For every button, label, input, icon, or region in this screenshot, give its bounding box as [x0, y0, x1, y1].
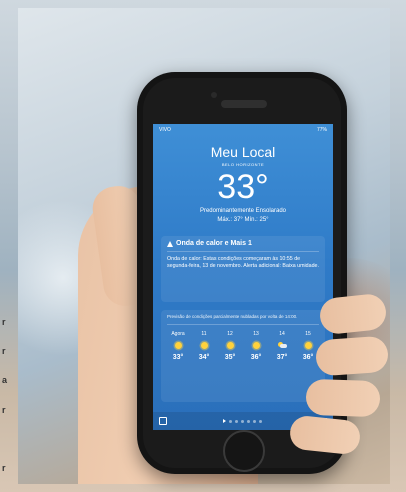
- partly-cloudy-icon: [277, 342, 287, 349]
- hour-label: Agora: [171, 331, 185, 337]
- location-subtitle: BELO HORIZONTE: [221, 162, 265, 167]
- weather-screen: VIVO 77% Meu Local BELO HORIZONTE 33° Pr…: [153, 124, 333, 430]
- hour-item: Agora 33°: [167, 331, 189, 361]
- forecast-note: Previsão de condições parcialmente nubla…: [167, 314, 298, 319]
- page-dot: [253, 419, 256, 423]
- battery-label: 77%: [316, 127, 327, 133]
- hour-item: 14 37°: [271, 331, 293, 361]
- hour-temp: 36°: [302, 354, 314, 361]
- finger: [314, 335, 390, 377]
- page-indicator[interactable]: [223, 419, 262, 423]
- home-button[interactable]: [223, 430, 265, 472]
- camera-icon: [211, 92, 217, 98]
- left-edge-char-5: r: [2, 463, 6, 473]
- hour-temp: 36°: [250, 354, 262, 361]
- sun-icon: [252, 342, 260, 349]
- alert-title: Onda de calor e Mais 1: [176, 240, 252, 247]
- hour-item: 13 36°: [245, 331, 267, 361]
- hour-label: 15: [305, 331, 311, 337]
- high-low-text: Máx.: 37° Mín.: 25°: [217, 217, 269, 223]
- page-dot: [241, 419, 244, 423]
- hourly-forecast-list: Agora 33° 11 34° 12 35° 13 36° 14 37° 15…: [167, 331, 319, 361]
- warning-icon: [167, 240, 173, 247]
- condition-text: Predominantemente Ensolarado: [199, 208, 287, 214]
- finger: [305, 378, 381, 418]
- hour-label: 11: [201, 331, 207, 337]
- left-edge-char-2: r: [2, 346, 6, 356]
- left-edge-char-4: r: [2, 405, 6, 415]
- hour-temp: 34°: [198, 354, 210, 361]
- divider: [167, 324, 319, 325]
- sun-icon: [304, 342, 312, 349]
- hour-label: 12: [227, 331, 233, 337]
- hour-temp: 33°: [172, 354, 184, 361]
- current-temperature: 33°: [217, 168, 269, 206]
- alert-body: Onda de calor: Estas condições começaram…: [167, 256, 319, 269]
- page-dot: [235, 419, 238, 423]
- hour-label: 13: [253, 331, 259, 337]
- sun-icon: [200, 342, 208, 349]
- hour-temp: 35°: [224, 354, 236, 361]
- page-dot: [229, 419, 232, 423]
- page-dot: [247, 419, 250, 423]
- left-edge-char-3: a: [2, 375, 8, 385]
- left-edge-char-1: r: [2, 317, 6, 327]
- carrier-label: VIVO: [159, 127, 171, 133]
- alert-header: Onda de calor e Mais 1: [167, 240, 319, 247]
- location-title: Meu Local: [210, 144, 276, 160]
- location-arrow-icon: [223, 419, 226, 423]
- hour-item: 11 34°: [193, 331, 215, 361]
- status-bar: VIVO 77%: [159, 127, 327, 137]
- map-icon[interactable]: [159, 417, 167, 425]
- page-dot: [259, 419, 262, 423]
- hour-label: 14: [279, 331, 285, 337]
- hour-item: 12 35°: [219, 331, 241, 361]
- hour-temp: 37°: [276, 354, 288, 361]
- divider: [167, 251, 319, 252]
- hourly-forecast-card[interactable]: Previsão de condições parcialmente nubla…: [161, 310, 325, 402]
- earpiece-speaker: [221, 100, 267, 108]
- sun-icon: [174, 342, 182, 349]
- alert-card[interactable]: Onda de calor e Mais 1 Onda de calor: Es…: [161, 236, 325, 302]
- sun-icon: [226, 342, 234, 349]
